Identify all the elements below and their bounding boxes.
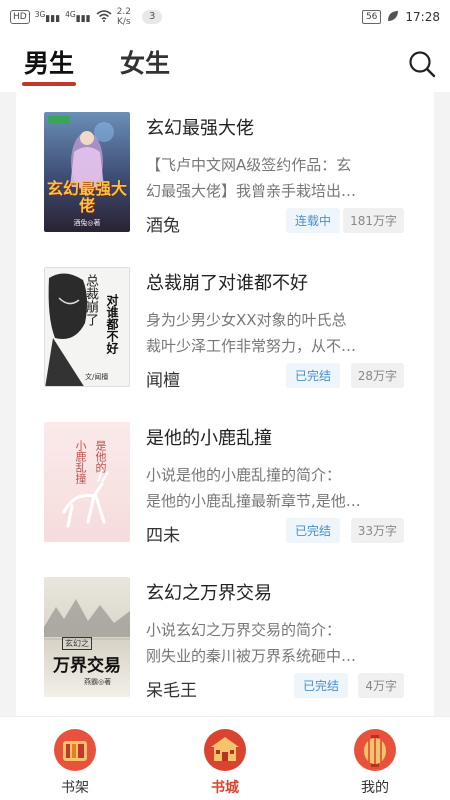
status-bar: HD 3G▮▮▮ 4G▮▮▮ 2.2 K/s 3 56 17:28 <box>0 0 450 34</box>
word-count-badge: 4万字 <box>358 673 404 698</box>
network-speed: 2.2 K/s <box>116 7 131 27</box>
status-badge: 已完结 <box>285 363 340 388</box>
book-title[interactable]: 总裁崩了对谁都不好 <box>146 269 308 295</box>
clock: 17:28 <box>405 10 440 24</box>
word-count-badge: 28万字 <box>350 363 404 388</box>
book-author: 酒兔 <box>146 216 180 236</box>
nav-bookstore[interactable]: 书城 <box>175 727 275 797</box>
cover-author: 燕霸◎著 <box>84 678 112 686</box>
cover-title: 万界交易 <box>53 656 121 676</box>
cover-title: 玄幻最强大佬 <box>46 179 127 215</box>
signal-3g-icon: 3G▮▮▮ <box>34 10 61 24</box>
nav-label: 书城 <box>211 780 239 796</box>
book-cover[interactable]: 玄幻最强大佬 酒兔◎著 <box>44 112 130 232</box>
nav-label: 我的 <box>361 780 389 796</box>
bookstore-icon <box>204 729 246 771</box>
word-count-badge: 33万字 <box>350 518 404 543</box>
status-badge: 已完结 <box>293 673 348 698</box>
cover-author: 文/闻檀 <box>85 373 109 381</box>
book-list: 玄幻最强大佬 酒兔◎著 玄幻最强大佬 【飞卢中文网A级签约作品：玄 幻最强大佬】… <box>16 92 434 722</box>
nav-bookshelf[interactable]: 书架 <box>25 727 125 797</box>
tab-female[interactable]: 女生 <box>120 44 170 80</box>
book-title[interactable]: 是他的小鹿乱撞 <box>146 424 272 450</box>
book-title[interactable]: 玄幻最强大佬 <box>146 114 254 140</box>
book-title[interactable]: 玄幻之万界交易 <box>146 579 272 605</box>
bookshelf-icon <box>54 729 96 771</box>
notification-badge: 3 <box>141 10 163 24</box>
book-cover[interactable]: 总裁崩了 对谁都不好 文/闻檀 <box>44 267 130 387</box>
wifi-icon <box>96 9 112 25</box>
cover-title: 总裁崩了 <box>83 274 98 326</box>
cover-subtitle: 小鹿乱撞 <box>74 440 87 484</box>
book-author: 四未 <box>146 526 180 546</box>
cover-tag: 玄幻之 <box>62 637 92 650</box>
book-item[interactable]: 玄幻最强大佬 酒兔◎著 玄幻最强大佬 【飞卢中文网A级签约作品：玄 幻最强大佬】… <box>44 112 412 252</box>
tab-male[interactable]: 男生 <box>21 44 77 86</box>
search-button[interactable] <box>408 50 436 78</box>
status-badge: 已完结 <box>285 518 340 543</box>
top-tabs-header: 男生 女生 <box>0 34 450 92</box>
cover-author: 酒兔◎著 <box>73 219 101 227</box>
cover-subtitle: 对谁都不好 <box>105 294 119 354</box>
book-description: 小说是他的小鹿乱撞的简介： 是他的小鹿乱撞最新章节,是他… <box>146 466 361 510</box>
profile-lantern-icon <box>354 729 396 771</box>
nav-label: 书架 <box>61 780 89 796</box>
signal-4g-icon: 4G▮▮▮ <box>65 10 91 24</box>
nav-profile[interactable]: 我的 <box>325 727 425 797</box>
hd-indicator: HD <box>10 10 30 24</box>
book-item[interactable]: 是他的 小鹿乱撞 是他的小鹿乱撞 小说是他的小鹿乱撞的简介： 是他的小鹿乱撞最新… <box>44 422 412 562</box>
battery-indicator: 56 <box>361 10 382 24</box>
cover-title: 是他的 <box>94 440 107 473</box>
search-icon <box>409 51 436 78</box>
book-description: 小说玄幻之万界交易的简介： 刚失业的秦川被万界系统砸中… <box>146 621 357 665</box>
book-item[interactable]: 总裁崩了 对谁都不好 文/闻檀 总裁崩了对谁都不好 身为少男少女XX对象的叶氏总… <box>44 267 412 407</box>
book-item[interactable]: 玄幻之 万界交易 燕霸◎著 玄幻之万界交易 小说玄幻之万界交易的简介： 刚失业的… <box>44 577 412 717</box>
book-cover[interactable]: 是他的 小鹿乱撞 <box>44 422 130 542</box>
status-badge: 连载中 <box>285 208 340 233</box>
book-description: 【飞卢中文网A级签约作品：玄 幻最强大佬】我曾亲手栽培出… <box>146 156 357 200</box>
book-description: 身为少男少女XX对象的叶氏总 裁叶少泽工作非常努力，从不… <box>146 311 357 355</box>
leaf-icon <box>387 10 399 25</box>
word-count-badge: 181万字 <box>343 208 404 233</box>
book-author: 呆毛王 <box>146 681 197 701</box>
book-cover[interactable]: 玄幻之 万界交易 燕霸◎著 <box>44 577 130 697</box>
bottom-navigation: 书架 书城 我的 <box>0 716 450 800</box>
book-author: 闻檀 <box>146 371 180 391</box>
